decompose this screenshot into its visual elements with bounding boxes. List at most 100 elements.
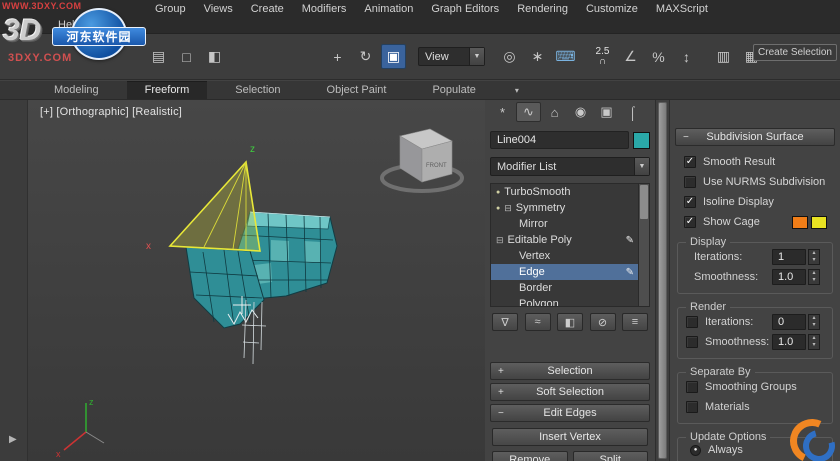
spinner-up-icon[interactable]: ▴ bbox=[809, 270, 819, 277]
modify-tab-icon[interactable]: ∿ bbox=[516, 102, 541, 122]
hierarchy-tab-icon[interactable]: ⌂ bbox=[542, 102, 567, 122]
collapse-icon[interactable]: ⊟ bbox=[496, 235, 504, 246]
keyboard-override-icon[interactable]: ⌨ bbox=[553, 44, 578, 69]
rollout-edit-edges[interactable]: − Edit Edges bbox=[490, 404, 650, 422]
cage-color-swatch[interactable] bbox=[792, 215, 808, 229]
ribbon-tab-modeling[interactable]: Modeling bbox=[36, 81, 117, 99]
display-smoothness-spinner[interactable]: ▴ ▾ bbox=[808, 269, 820, 285]
materials-checkbox[interactable] bbox=[686, 401, 698, 413]
spinner-down-icon[interactable]: ▾ bbox=[809, 257, 819, 264]
spinner-snap-icon[interactable]: ↕ bbox=[674, 44, 699, 69]
use-nurms-checkbox[interactable] bbox=[684, 176, 696, 188]
smooth-result-checkbox[interactable]: ✓ bbox=[684, 156, 696, 168]
stack-item-mirror[interactable]: Mirror bbox=[491, 216, 649, 232]
dropdown-arrow-icon[interactable]: ▼ bbox=[634, 158, 649, 175]
remove-modifier-icon[interactable]: ⊘ bbox=[589, 313, 616, 331]
snaps-toggle-icon[interactable]: 2.5 ∩ bbox=[590, 44, 615, 69]
select-and-rotate-icon[interactable]: ↻ bbox=[353, 44, 378, 69]
viewport-canvas[interactable]: FRONT x z z x bbox=[28, 100, 485, 461]
pin-stack-icon[interactable]: ∇ bbox=[492, 313, 518, 331]
render-iterations-field[interactable]: 0 bbox=[772, 314, 806, 330]
stack-item-symmetry[interactable]: ● ⊟ Symmetry bbox=[491, 200, 649, 216]
option-smoothing-groups[interactable]: Smoothing Groups bbox=[678, 377, 832, 397]
selection-triangle[interactable] bbox=[168, 160, 261, 252]
stack-scrollbar[interactable] bbox=[638, 184, 649, 306]
reference-coordinate-dropdown[interactable]: View ▼ bbox=[418, 47, 485, 66]
split-button[interactable]: Split bbox=[572, 451, 648, 461]
stack-item-editable-poly[interactable]: ⊟ Editable Poly ✎ bbox=[491, 232, 649, 248]
stack-scrollbar-thumb[interactable] bbox=[640, 185, 648, 219]
view-cube[interactable]: FRONT bbox=[380, 128, 464, 193]
rollout-expand-icon[interactable]: + bbox=[498, 387, 504, 398]
menu-customize[interactable]: Customize bbox=[577, 3, 647, 15]
use-pivot-point-center-icon[interactable]: ◎ bbox=[497, 44, 522, 69]
cage-selected-color-swatch[interactable] bbox=[811, 215, 827, 229]
menu-animation[interactable]: Animation bbox=[355, 3, 422, 15]
option-use-nurms[interactable]: Use NURMS Subdivision bbox=[675, 172, 835, 192]
scene-explorer-toggle-icon[interactable]: ▶ bbox=[9, 434, 17, 445]
spinner-up-icon[interactable]: ▴ bbox=[809, 335, 819, 342]
utilities-tab-icon[interactable]: ⌠ bbox=[620, 102, 645, 122]
modifier-bulb-icon[interactable]: ● bbox=[496, 189, 500, 196]
collapse-icon[interactable]: ⊟ bbox=[504, 203, 512, 214]
percent-snap-icon[interactable]: % bbox=[646, 44, 671, 69]
ribbon-tab-selection[interactable]: Selection bbox=[217, 81, 298, 99]
object-name-field[interactable]: Line004 bbox=[490, 131, 629, 149]
spinner-up-icon[interactable]: ▴ bbox=[809, 250, 819, 257]
rollout-collapse-icon[interactable]: − bbox=[498, 408, 504, 419]
remove-button[interactable]: Remove bbox=[492, 451, 568, 461]
insert-vertex-button[interactable]: Insert Vertex bbox=[492, 428, 648, 446]
menu-views[interactable]: Views bbox=[195, 3, 242, 15]
angle-snap-icon[interactable]: ∠ bbox=[618, 44, 643, 69]
rollout-selection[interactable]: + Selection bbox=[490, 362, 650, 380]
menu-maxscript[interactable]: MAXScript bbox=[647, 3, 717, 15]
spinner-down-icon[interactable]: ▾ bbox=[809, 277, 819, 284]
stack-item-edge[interactable]: Edge ✎ bbox=[491, 264, 649, 280]
motion-tab-icon[interactable]: ◉ bbox=[568, 102, 593, 122]
show-end-result-icon[interactable]: ≈ bbox=[524, 313, 551, 331]
scrollbar-thumb[interactable] bbox=[658, 102, 667, 459]
dropdown-arrow-icon[interactable]: ▼ bbox=[469, 48, 484, 65]
make-unique-icon[interactable]: ◧ bbox=[557, 313, 583, 331]
ribbon-tab-freeform[interactable]: Freeform bbox=[126, 81, 208, 99]
select-and-manipulate-icon[interactable]: ∗ bbox=[525, 44, 550, 69]
render-iterations-checkbox[interactable] bbox=[686, 316, 698, 328]
ribbon-tab-populate[interactable]: Populate bbox=[414, 81, 493, 99]
display-tab-icon[interactable]: ▣ bbox=[594, 102, 619, 122]
viewport-label[interactable]: [+] [Orthographic] [Realistic] bbox=[40, 106, 182, 118]
rollout-expand-icon[interactable]: + bbox=[498, 366, 504, 377]
configure-modifier-sets-icon[interactable]: ≡ bbox=[622, 313, 648, 331]
modifier-stack[interactable]: ● TurboSmooth ● ⊟ Symmetry Mirror ⊟ Edit… bbox=[490, 183, 650, 307]
render-smoothness-checkbox[interactable] bbox=[686, 336, 698, 348]
spinner-up-icon[interactable]: ▴ bbox=[809, 315, 819, 322]
render-iterations-spinner[interactable]: ▴ ▾ bbox=[808, 314, 820, 330]
rollout-collapse-icon[interactable]: − bbox=[683, 132, 689, 143]
create-tab-icon[interactable]: * bbox=[490, 102, 515, 122]
always-radio[interactable]: ● bbox=[690, 444, 701, 456]
render-smoothness-field[interactable]: 1.0 bbox=[772, 334, 806, 350]
menu-modifiers[interactable]: Modifiers bbox=[293, 3, 356, 15]
show-cage-checkbox[interactable]: ✓ bbox=[684, 216, 696, 228]
option-smooth-result[interactable]: ✓ Smooth Result bbox=[675, 152, 835, 172]
stack-item-turbosmooth[interactable]: ● TurboSmooth bbox=[491, 184, 649, 200]
render-smoothness-spinner[interactable]: ▴ ▾ bbox=[808, 334, 820, 350]
stack-item-polygon[interactable]: Polygon bbox=[491, 296, 649, 306]
spinner-down-icon[interactable]: ▾ bbox=[809, 342, 819, 349]
select-by-name-icon[interactable]: ▤ bbox=[146, 44, 171, 69]
smoothing-groups-checkbox[interactable] bbox=[686, 381, 698, 393]
menu-group[interactable]: Group bbox=[146, 3, 195, 15]
menu-create[interactable]: Create bbox=[242, 3, 293, 15]
display-iterations-field[interactable]: 1 bbox=[772, 249, 806, 265]
option-materials[interactable]: Materials bbox=[678, 397, 832, 417]
object-color-swatch[interactable] bbox=[633, 131, 650, 149]
isoline-display-checkbox[interactable]: ✓ bbox=[684, 196, 696, 208]
select-and-move-icon[interactable]: + bbox=[325, 44, 350, 69]
window-crossing-icon[interactable]: ◧ bbox=[202, 44, 227, 69]
stack-item-border[interactable]: Border bbox=[491, 280, 649, 296]
named-selection-sets-icon[interactable]: ▥ bbox=[711, 44, 736, 69]
ribbon-tab-object-paint[interactable]: Object Paint bbox=[309, 81, 405, 99]
option-show-cage[interactable]: ✓ Show Cage bbox=[675, 212, 835, 232]
ribbon-minimize-chevron-icon[interactable]: ▾ bbox=[504, 81, 530, 99]
radio-always[interactable]: ● Always bbox=[678, 442, 832, 458]
spinner-down-icon[interactable]: ▾ bbox=[809, 322, 819, 329]
